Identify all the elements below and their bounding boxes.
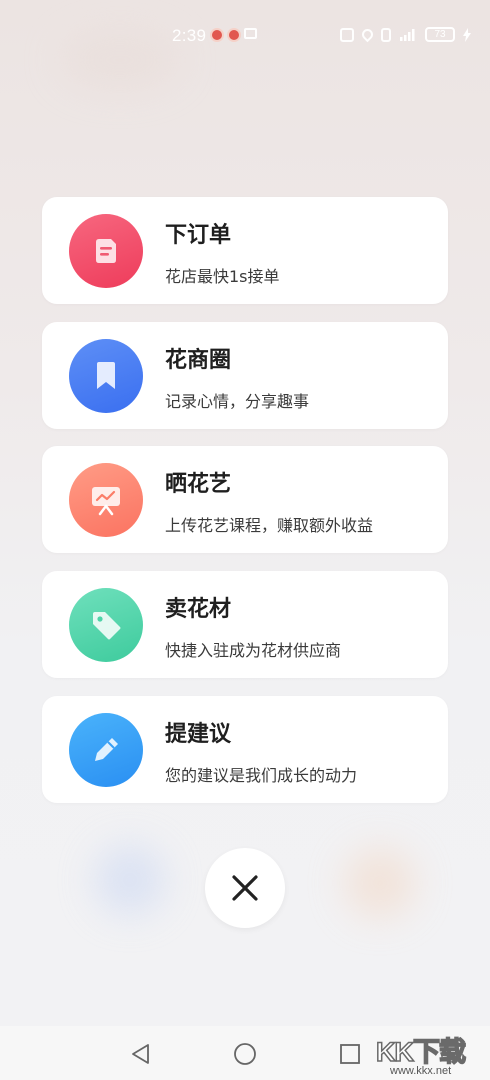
blurred-blob-blue: [95, 845, 165, 915]
sell-flowers-icon-circle: [69, 588, 143, 662]
menu-item-show-floral-art[interactable]: 晒花艺 上传花艺课程，赚取额外收益: [42, 446, 448, 553]
order-note-icon: [96, 239, 116, 263]
back-triangle-icon: [132, 1044, 149, 1064]
menu-item-title: 花商圈: [165, 348, 232, 373]
battery-icon: 73: [425, 27, 455, 42]
pen-edit-icon: [95, 738, 118, 761]
menu-item-florist-circle[interactable]: 花商圈 记录心情，分享趣事: [42, 322, 448, 429]
menu-item-subtitle: 您的建议是我们成长的动力: [165, 766, 358, 785]
nav-recents-button[interactable]: [337, 1041, 363, 1067]
menu-item-place-order[interactable]: 下订单 花店最快1s接单: [42, 197, 448, 304]
battery-level: 73: [434, 29, 446, 40]
nav-back-button[interactable]: [128, 1041, 154, 1067]
watermark-logo: KK下载: [375, 1036, 467, 1068]
home-circle-icon: [234, 1043, 256, 1065]
status-time: 2:39: [172, 26, 207, 45]
message-icon: [244, 28, 257, 39]
vibrate-icon: [381, 27, 391, 42]
close-x-icon: [232, 875, 258, 901]
menu-item-title: 晒花艺: [165, 472, 232, 497]
charging-icon: [463, 27, 471, 42]
notification-avatars: [210, 28, 257, 42]
location-icon: [359, 26, 376, 43]
nav-home-button[interactable]: [232, 1041, 258, 1067]
menu-item-title: 提建议: [165, 722, 232, 747]
notification-avatar-icon: [210, 28, 224, 42]
nfc-icon: [340, 27, 354, 42]
price-tag-icon: [93, 612, 121, 640]
florist-circle-icon-circle: [69, 339, 143, 413]
blurred-blob-orange: [345, 848, 415, 918]
give-suggestion-icon-circle: [69, 713, 143, 787]
status-bar: 2:39 73: [0, 0, 490, 74]
menu-item-sell-flowers[interactable]: 卖花材 快捷入驻成为花材供应商: [42, 571, 448, 678]
status-right-icons: 73: [340, 26, 471, 43]
menu-item-subtitle: 快捷入驻成为花材供应商: [165, 641, 342, 660]
presentation-board-icon: [92, 487, 120, 516]
menu-item-title: 下订单: [165, 223, 232, 248]
menu-item-title: 卖花材: [165, 597, 232, 622]
menu-item-give-suggestion[interactable]: 提建议 您的建议是我们成长的动力: [42, 696, 448, 803]
place-order-icon-circle: [69, 214, 143, 288]
recents-square-icon: [340, 1044, 360, 1064]
watermark: KK下载 www.kkx.net: [372, 1026, 490, 1080]
close-button[interactable]: [205, 848, 285, 928]
menu-item-subtitle: 花店最快1s接单: [165, 267, 280, 286]
wifi-signal-icon: [400, 28, 415, 41]
menu-item-subtitle: 上传花艺课程，赚取额外收益: [165, 516, 374, 535]
bookmark-icon: [97, 362, 115, 389]
notification-avatar-icon: [227, 28, 241, 42]
watermark-url: www.kkx.net: [390, 1065, 452, 1077]
menu-item-subtitle: 记录心情，分享趣事: [165, 392, 310, 411]
show-floral-art-icon-circle: [69, 463, 143, 537]
